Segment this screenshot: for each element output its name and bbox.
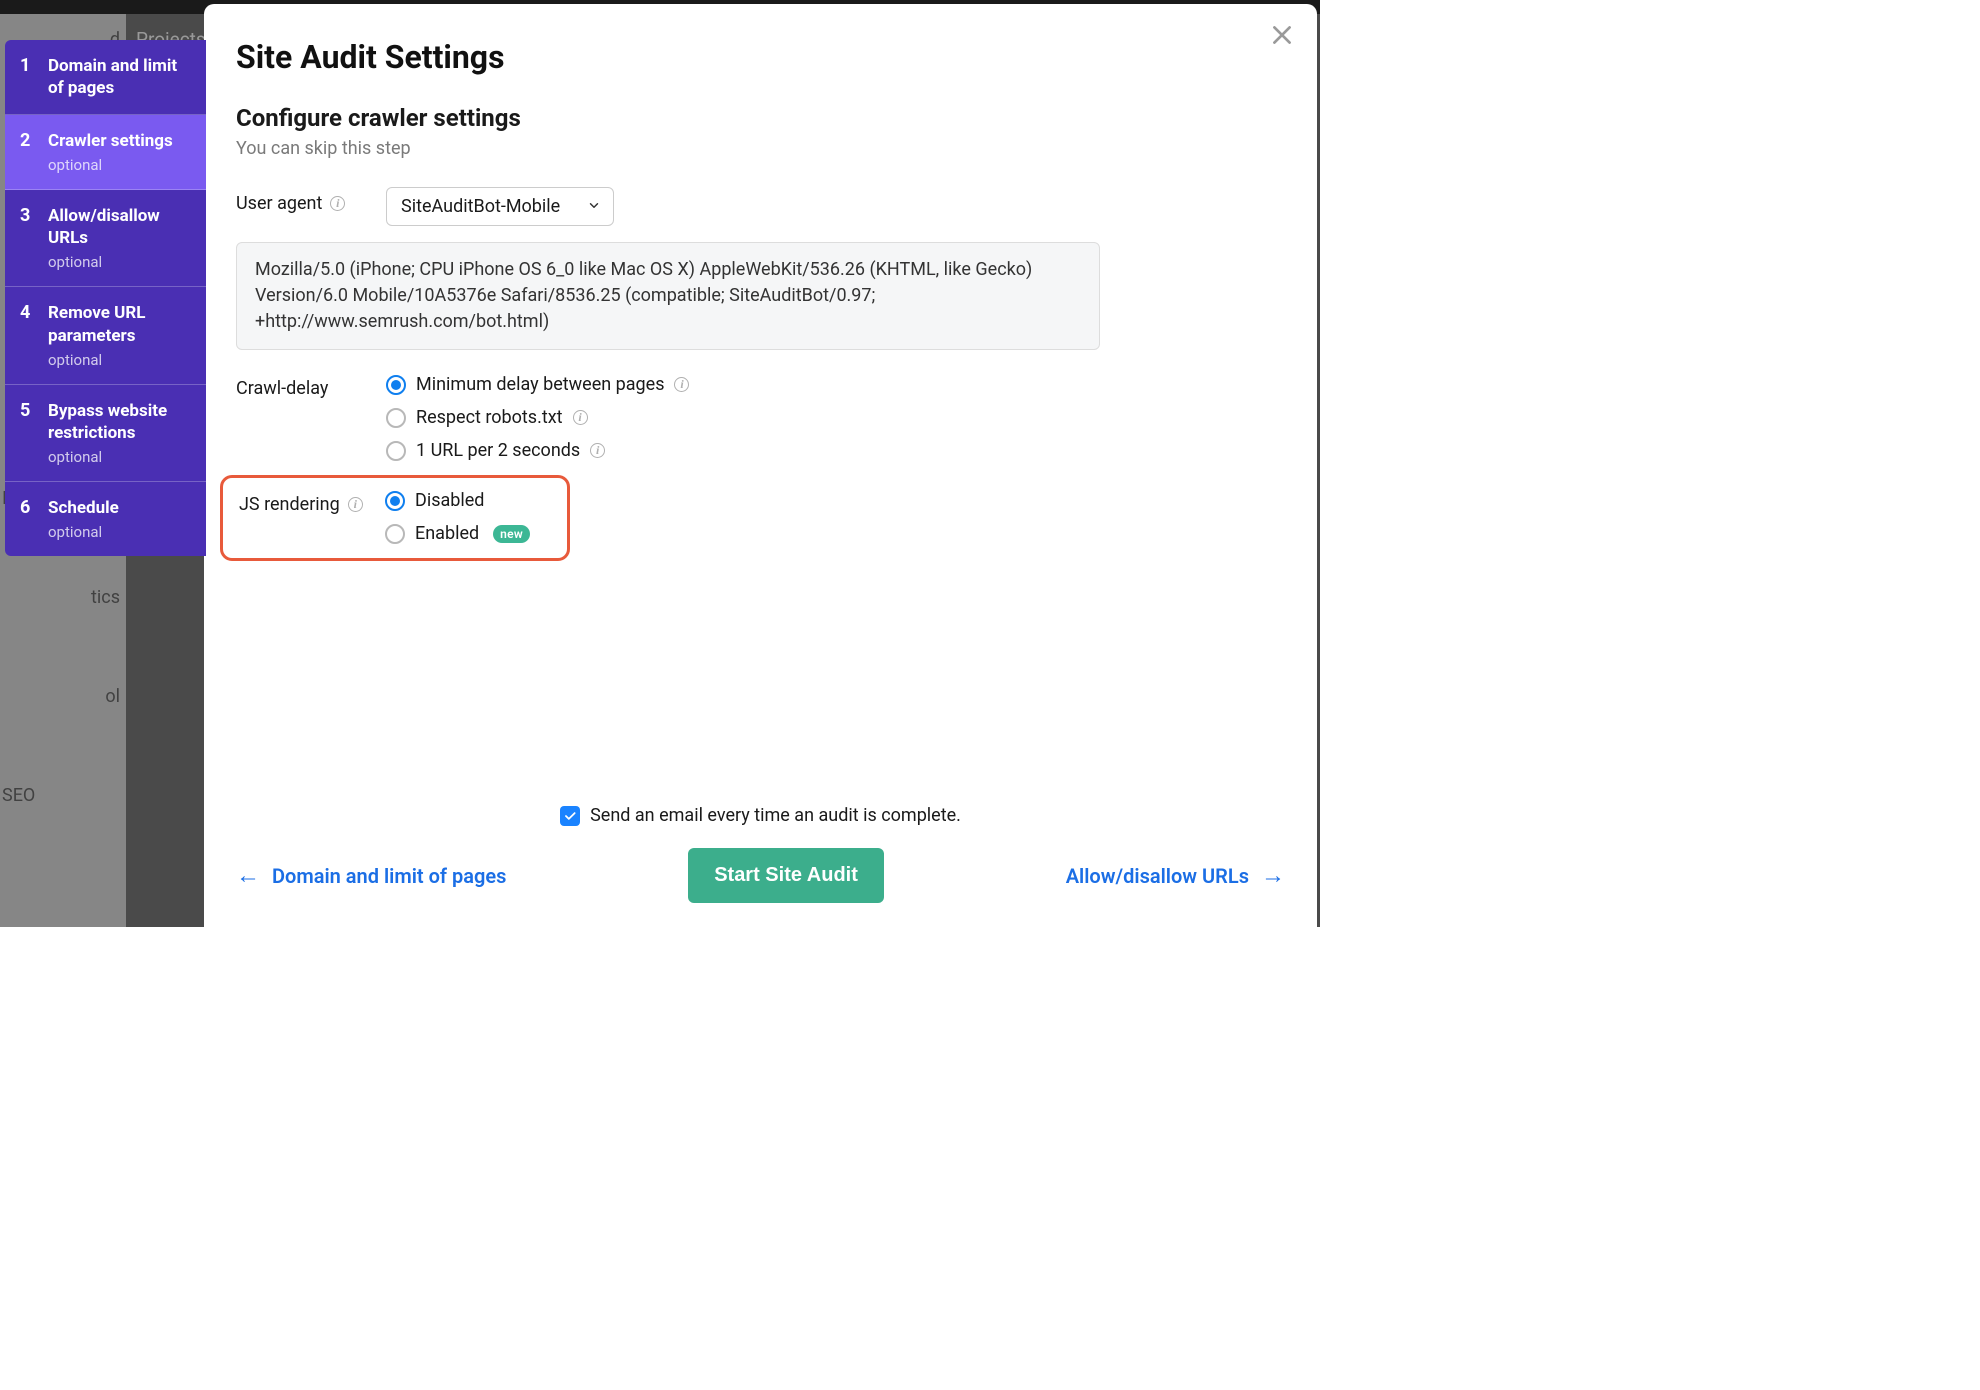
new-badge: new (493, 525, 530, 543)
wizard-step-number: 3 (20, 205, 36, 226)
js-option-disabled[interactable]: Disabled (385, 490, 530, 511)
crawl-delay-group: Minimum delay between pages i Respect ro… (386, 374, 689, 461)
wizard-step-optional: optional (48, 156, 192, 174)
arrow-right-icon: → (1261, 860, 1285, 891)
wizard-step-number: 2 (20, 130, 36, 151)
js-rendering-group: Disabled Enabled new (385, 490, 530, 544)
wizard-step-optional: optional (48, 448, 192, 466)
wizard-step-title: Allow/disallow URLs (48, 205, 192, 249)
radio-icon (385, 524, 405, 544)
js-option-enabled[interactable]: Enabled new (385, 523, 530, 544)
wizard-step-number: 4 (20, 302, 36, 323)
radio-icon (385, 491, 405, 511)
modal-footer: Send an email every time an audit is com… (204, 791, 1317, 927)
wizard-step-number: 6 (20, 497, 36, 518)
js-rendering-highlight: JS rendering i Disabled Enabled new (220, 475, 570, 561)
info-icon[interactable]: i (674, 377, 689, 392)
section-title: Configure crawler settings (236, 104, 1285, 132)
wizard-step-optional: optional (48, 253, 192, 271)
start-audit-button[interactable]: Start Site Audit (688, 848, 884, 903)
info-icon[interactable]: i (348, 497, 363, 512)
check-icon (563, 809, 577, 823)
wizard-step-4[interactable]: 4 Remove URL parameters optional (5, 287, 206, 384)
wizard-step-3[interactable]: 3 Allow/disallow URLs optional (5, 190, 206, 287)
email-notify-checkbox[interactable] (560, 806, 580, 826)
js-rendering-label: JS rendering i (239, 488, 385, 515)
close-icon (1269, 22, 1295, 48)
wizard-step-number: 1 (20, 55, 36, 76)
section-subtitle: You can skip this step (236, 138, 1285, 159)
wizard-step-optional: optional (48, 351, 192, 369)
wizard-step-title: Bypass website restrictions (48, 400, 192, 444)
user-agent-string-box: Mozilla/5.0 (iPhone; CPU iPhone OS 6_0 l… (236, 242, 1100, 350)
info-icon[interactable]: i (330, 196, 345, 211)
chevron-down-icon (587, 196, 601, 217)
radio-icon (386, 408, 406, 428)
crawl-delay-option-minimum[interactable]: Minimum delay between pages i (386, 374, 689, 395)
wizard-step-number: 5 (20, 400, 36, 421)
settings-modal: Site Audit Settings Configure crawler se… (204, 4, 1317, 927)
wizard-step-2[interactable]: 2 Crawler settings optional (5, 115, 206, 190)
wizard-step-1[interactable]: 1 Domain and limit of pages (5, 40, 206, 115)
wizard-step-title: Schedule (48, 497, 192, 519)
close-button[interactable] (1269, 22, 1295, 48)
email-notify-label: Send an email every time an audit is com… (590, 805, 961, 826)
wizard-step-title: Remove URL parameters (48, 302, 192, 346)
next-step-link[interactable]: Allow/disallow URLs → (1066, 860, 1285, 891)
radio-icon (386, 441, 406, 461)
crawl-delay-label: Crawl-delay (236, 372, 386, 399)
user-agent-select[interactable]: SiteAuditBot-Mobile (386, 187, 614, 226)
user-agent-value: SiteAuditBot-Mobile (401, 196, 560, 217)
crawl-delay-option-robots[interactable]: Respect robots.txt i (386, 407, 689, 428)
info-icon[interactable]: i (590, 443, 605, 458)
info-icon[interactable]: i (573, 410, 588, 425)
radio-icon (386, 375, 406, 395)
crawl-delay-option-1per2[interactable]: 1 URL per 2 seconds i (386, 440, 689, 461)
wizard-step-6[interactable]: 6 Schedule optional (5, 482, 206, 556)
user-agent-label: User agent i (236, 187, 386, 214)
wizard-steps: 1 Domain and limit of pages 2 Crawler se… (5, 40, 206, 556)
wizard-step-5[interactable]: 5 Bypass website restrictions optional (5, 385, 206, 482)
wizard-step-title: Crawler settings (48, 130, 192, 152)
arrow-left-icon: ← (236, 860, 260, 891)
wizard-step-title: Domain and limit of pages (48, 55, 192, 99)
wizard-step-optional: optional (48, 523, 192, 541)
prev-step-link[interactable]: ← Domain and limit of pages (236, 860, 506, 891)
modal-title: Site Audit Settings (236, 38, 1285, 76)
